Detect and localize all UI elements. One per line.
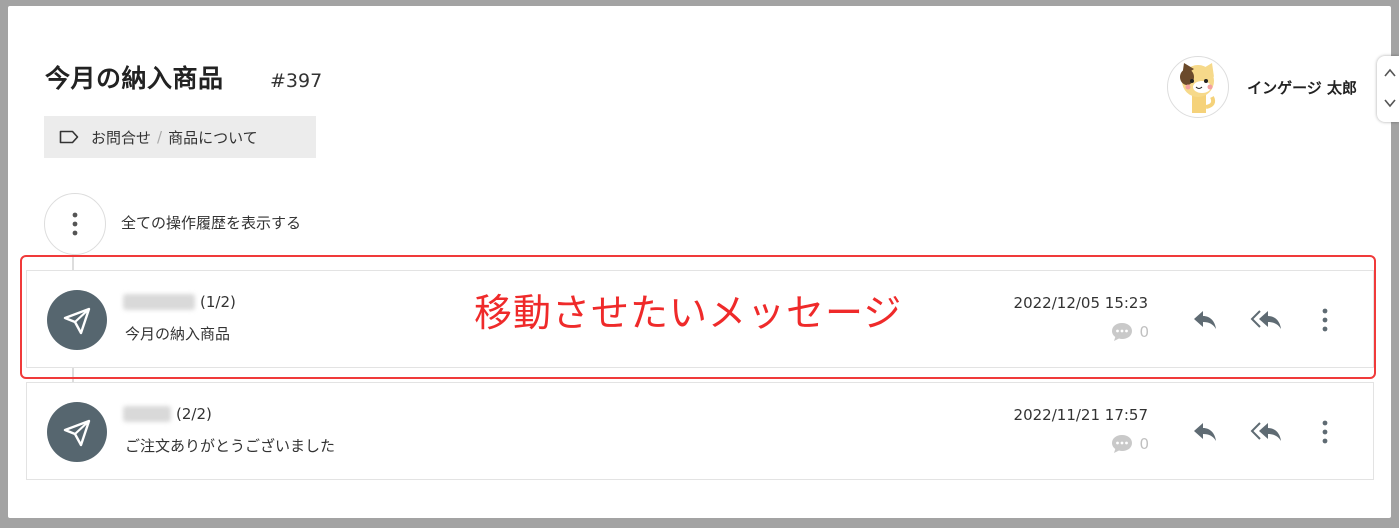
history-toggle-button[interactable] xyxy=(44,193,106,255)
reply-icon xyxy=(1194,311,1216,329)
sent-avatar xyxy=(47,290,107,350)
more-vertical-icon xyxy=(1322,420,1328,444)
category-tag[interactable]: お問合せ / 商品について xyxy=(44,116,316,158)
cat-avatar-icon xyxy=(1180,63,1216,113)
reply-all-icon xyxy=(1250,310,1281,329)
more-vertical-icon xyxy=(72,212,78,236)
reply-button[interactable] xyxy=(1190,305,1220,335)
comment-icon xyxy=(1112,323,1133,341)
message-date: 2022/12/05 15:23 xyxy=(1013,294,1148,312)
message-subject: ご注文ありがとうございました xyxy=(125,437,336,455)
comment-count-value: 0 xyxy=(1139,435,1149,453)
ticket-number: #397 xyxy=(270,70,323,92)
comment-count-value: 0 xyxy=(1139,323,1149,341)
chevron-down-icon[interactable] xyxy=(1383,96,1397,110)
user-name: インゲージ 太郎 xyxy=(1247,78,1357,97)
message-subject: 今月の納入商品 xyxy=(125,325,231,343)
message-sequence: (2/2) xyxy=(176,405,212,423)
sender-name-redacted xyxy=(123,406,171,422)
message-date: 2022/11/21 17:57 xyxy=(1013,406,1148,424)
scroll-control[interactable] xyxy=(1377,56,1399,122)
reply-all-button[interactable] xyxy=(1249,417,1285,447)
avatar xyxy=(1167,56,1230,118)
tag-category: お問合せ xyxy=(91,128,152,147)
history-label[interactable]: 全ての操作履歴を表示する xyxy=(121,212,301,233)
reply-icon xyxy=(1194,423,1216,441)
message-more-button[interactable] xyxy=(1310,417,1340,447)
comment-count[interactable]: 0 xyxy=(1111,434,1149,454)
sender-name-redacted xyxy=(123,294,195,310)
assignee[interactable]: インゲージ 太郎 xyxy=(1167,56,1357,118)
reply-all-icon xyxy=(1250,422,1281,441)
message-sender: (1/2) xyxy=(123,293,236,311)
message-sender: (2/2) xyxy=(123,405,212,423)
reply-button[interactable] xyxy=(1190,417,1220,447)
tag-outline-icon xyxy=(59,130,79,144)
message-row[interactable]: (2/2) ご注文ありがとうございました 2022/11/21 17:57 0 xyxy=(26,382,1374,480)
chevron-up-icon[interactable] xyxy=(1383,66,1397,80)
message-sequence: (1/2) xyxy=(200,293,236,311)
tag-separator: / xyxy=(157,128,163,146)
ticket-card: 今月の納入商品 #397 お問合せ / 商品について インゲージ 太郎 全ての操… xyxy=(8,6,1391,518)
reply-all-button[interactable] xyxy=(1249,305,1285,335)
comment-icon xyxy=(1112,435,1133,453)
tag-subcategory: 商品について xyxy=(168,128,258,147)
more-vertical-icon xyxy=(1322,308,1328,332)
message-more-button[interactable] xyxy=(1310,305,1340,335)
paper-plane-icon xyxy=(63,307,91,335)
comment-count[interactable]: 0 xyxy=(1111,322,1149,342)
sent-avatar xyxy=(47,402,107,462)
ticket-title: 今月の納入商品 xyxy=(45,64,224,93)
annotation-label: 移動させたいメッセージ xyxy=(474,291,903,335)
paper-plane-icon xyxy=(63,419,91,447)
